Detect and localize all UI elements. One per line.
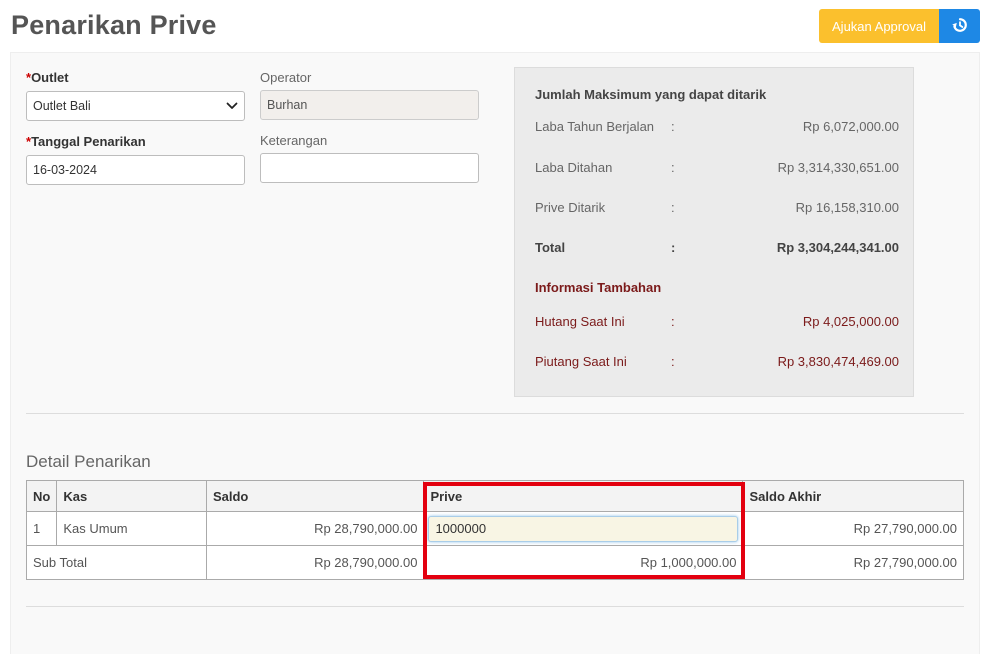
subtotal-saldo-akhir: Rp 27,790,000.00 — [742, 545, 964, 580]
cell-saldo: Rp 28,790,000.00 — [205, 511, 425, 546]
summary-row-value: Rp 4,025,000.00 — [802, 314, 899, 329]
table-header-row: No Kas Saldo Prive Saldo Akhir — [25, 480, 964, 512]
operator-field: Burhan — [260, 90, 479, 120]
tanggal-label: *Tanggal Penarikan — [26, 134, 146, 149]
summary-row-label: Laba Tahun Berjalan — [535, 119, 655, 134]
summary-row-value: Rp 3,304,244,341.00 — [776, 240, 899, 255]
summary-row-piutang: Piutang Saat Ini : Rp 3,830,474,469.00 — [535, 354, 899, 372]
summary-row-separator: : — [671, 160, 675, 175]
summary-row-total: Total : Rp 3,304,244,341.00 — [535, 240, 899, 258]
summary-row-separator: : — [671, 240, 676, 255]
cell-no: 1 — [25, 511, 58, 546]
summary-row-label: Prive Ditarik — [535, 200, 606, 215]
history-button[interactable] — [939, 9, 980, 43]
subtotal-prive: Rp 1,000,000.00 — [423, 545, 744, 580]
outlet-label-text: Outlet — [31, 70, 69, 85]
summary-row-separator: : — [671, 119, 675, 134]
cell-prive: 1000000 — [423, 511, 744, 546]
summary-row-separator: : — [671, 314, 675, 329]
outlet-label: *Outlet — [26, 70, 69, 85]
column-header-no: No — [25, 480, 58, 512]
table-row: 1 Kas Umum Rp 28,790,000.00 1000000 Rp 2… — [25, 511, 964, 546]
summary-row-value: Rp 3,314,330,651.00 — [777, 160, 899, 175]
detail-table: No Kas Saldo Prive Saldo Akhir 1 Kas Umu… — [25, 480, 964, 580]
keterangan-label: Keterangan — [260, 133, 328, 148]
section-divider — [26, 606, 964, 607]
column-header-prive: Prive — [423, 480, 744, 512]
summary-row-laba-tahun-berjalan: Laba Tahun Berjalan : Rp 6,072,000.00 — [535, 119, 899, 137]
summary-row-label: Laba Ditahan — [535, 160, 613, 175]
cell-saldo-akhir: Rp 27,790,000.00 — [742, 511, 964, 546]
history-icon — [951, 17, 968, 36]
summary-row-prive-ditarik: Prive Ditarik : Rp 16,158,310.00 — [535, 200, 899, 218]
outlet-select[interactable]: Outlet Bali — [26, 91, 245, 121]
chevron-down-icon — [226, 99, 238, 113]
subtotal-row: Sub Total Rp 28,790,000.00 Rp 1,000,000.… — [26, 545, 964, 580]
ajukan-approval-button[interactable]: Ajukan Approval — [819, 9, 939, 43]
summary-row-label: Piutang Saat Ini — [535, 354, 627, 369]
summary-row-separator: : — [671, 200, 675, 215]
summary-row-separator: : — [671, 354, 675, 369]
section-divider — [26, 413, 964, 414]
summary-row-label: Hutang Saat Ini — [535, 314, 625, 329]
page-title: Penarikan Prive — [11, 10, 217, 40]
informasi-tambahan-heading: Informasi Tambahan — [535, 280, 662, 295]
summary-row-value: Rp 3,830,474,469.00 — [777, 354, 899, 369]
tanggal-penarikan-input[interactable]: 16-03-2024 — [26, 155, 245, 185]
outlet-select-value: Outlet Bali — [33, 99, 91, 113]
summary-heading: Jumlah Maksimum yang dapat ditarik — [535, 87, 767, 102]
operator-label: Operator — [260, 70, 312, 85]
summary-row-label: Total — [535, 240, 566, 255]
column-header-kas: Kas — [56, 480, 207, 512]
summary-row-value: Rp 16,158,310.00 — [795, 200, 899, 215]
cell-kas: Kas Umum — [56, 511, 207, 546]
column-header-saldo-akhir: Saldo Akhir — [742, 480, 964, 512]
subtotal-saldo: Rp 28,790,000.00 — [205, 545, 425, 580]
summary-row-hutang: Hutang Saat Ini : Rp 4,025,000.00 — [535, 314, 899, 332]
summary-row-laba-ditahan: Laba Ditahan : Rp 3,314,330,651.00 — [535, 160, 899, 178]
summary-box: Jumlah Maksimum yang dapat ditarik Laba … — [514, 67, 914, 397]
tanggal-label-text: Tanggal Penarikan — [31, 134, 146, 149]
detail-section-title: Detail Penarikan — [26, 452, 151, 471]
summary-row-value: Rp 6,072,000.00 — [802, 119, 899, 134]
subtotal-label: Sub Total — [26, 545, 207, 580]
column-header-saldo: Saldo — [205, 480, 425, 512]
keterangan-input[interactable] — [260, 153, 479, 183]
prive-amount-input[interactable]: 1000000 — [428, 515, 739, 542]
